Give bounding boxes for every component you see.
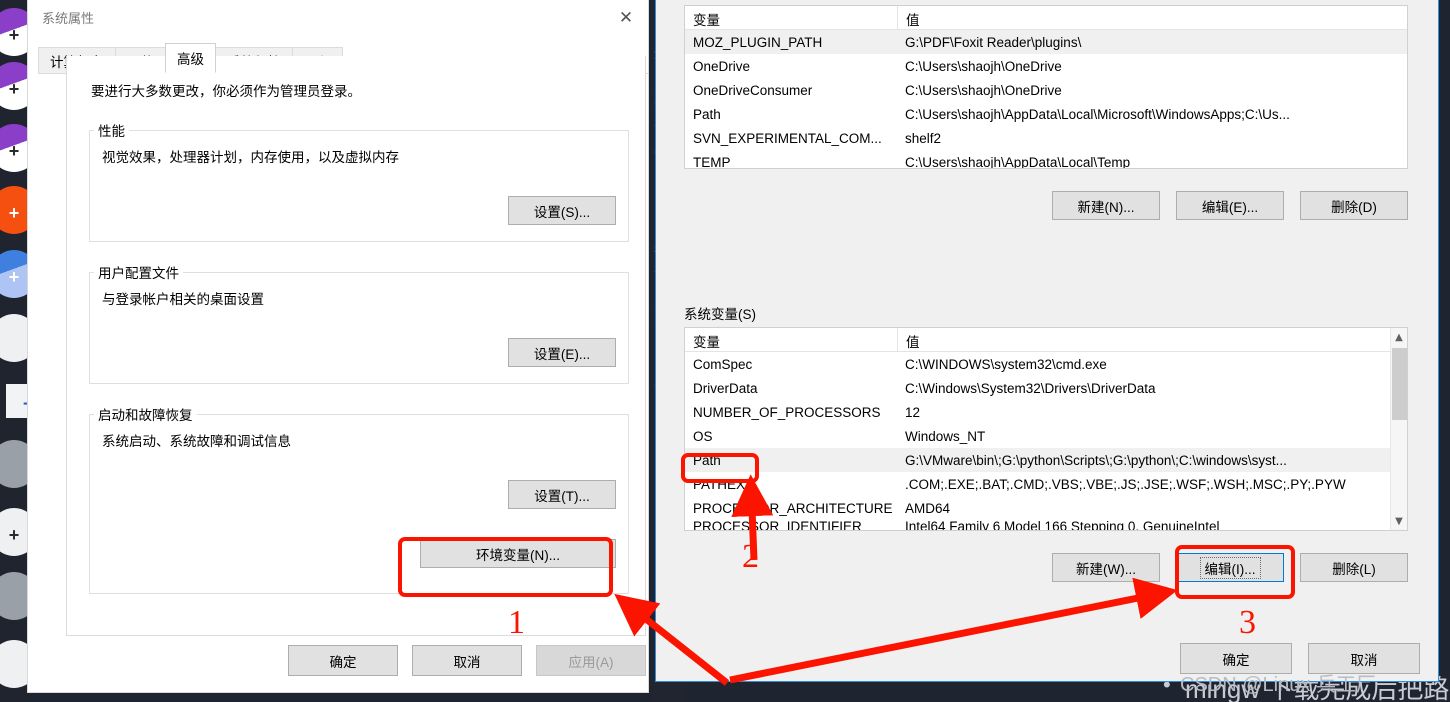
close-icon[interactable]: ✕	[604, 3, 648, 33]
user-profiles-group: 用户配置文件 与登录帐户相关的桌面设置 设置(E)...	[89, 262, 629, 384]
cell-name: TEMP	[693, 154, 731, 169]
ok-button[interactable]: 确定	[288, 645, 398, 676]
table-row[interactable]: SVN_EXPERIMENTAL_COM... shelf2	[685, 126, 1407, 150]
table-row[interactable]: OS Windows_NT	[685, 424, 1390, 448]
group-legend: 性能	[98, 124, 125, 139]
user-variables-section: 变量 值 MOZ_PLUGIN_PATH G:\PDF\Foxit Reader…	[684, 5, 1408, 220]
performance-settings-button[interactable]: 设置(S)...	[508, 196, 616, 225]
activity-bar: + + + + + + +	[0, 0, 38, 702]
user-delete-button[interactable]: 删除(D)	[1300, 191, 1408, 220]
screenshot-root: + + + + + + + p 通 要 + 及 p 夕 行 下 / / p 下	[0, 0, 1450, 702]
group-description: 视觉效果，处理器计划，内存使用，以及虚拟内存	[102, 150, 399, 165]
cell-name: PROCESSOR_ARCHITECTURE	[693, 500, 893, 516]
cell-value: C:\Windows\System32\Drivers\DriverData	[905, 380, 1156, 396]
system-variables-section: 系统变量(S) 变量 值 ComSpec C:\WINDOWS\system32…	[684, 303, 1408, 582]
cell-value: C:\Users\shaojh\AppData\Local\Microsoft\…	[905, 106, 1290, 122]
scroll-down-icon[interactable]: ▼	[1391, 512, 1407, 530]
startup-settings-button[interactable]: 设置(T)...	[508, 480, 616, 509]
performance-group: 性能 视觉效果，处理器计划，内存使用，以及虚拟内存 设置(S)...	[89, 120, 629, 242]
column-header-name: 变量	[693, 335, 720, 350]
dialog-title: 系统属性	[42, 11, 95, 26]
dialog-footer-buttons: 确定 取消 应用(A)	[66, 645, 646, 676]
table-row[interactable]: MOZ_PLUGIN_PATH G:\PDF\Foxit Reader\plug…	[685, 30, 1407, 54]
cell-name: OS	[693, 428, 713, 444]
user-edit-button[interactable]: 编辑(E)...	[1176, 191, 1284, 220]
group-legend: 用户配置文件	[98, 266, 179, 281]
cell-name: Path	[693, 452, 721, 468]
table-row-clipped[interactable]: PROCESSOR_IDENTIFIER Intel64 Family 6 Mo…	[685, 520, 1390, 531]
advanced-tab-page: 要进行大多数更改，你必须作为管理员登录。 性能 视觉效果，处理器计划，内存使用，…	[66, 56, 646, 636]
cell-value: C:\Users\shaojh\AppData\Local\Temp	[905, 154, 1131, 169]
system-edit-button[interactable]: 编辑(I)...	[1176, 553, 1284, 582]
tab-advanced[interactable]: 高级	[165, 43, 216, 73]
table-row[interactable]: NUMBER_OF_PROCESSORS 12	[685, 400, 1390, 424]
startup-recovery-group: 启动和故障恢复 系统启动、系统故障和调试信息 设置(T)... 环境变量(N).…	[89, 404, 629, 594]
annotation-number-2: 2	[742, 538, 759, 575]
table-row[interactable]: PATHEXT .COM;.EXE;.BAT;.CMD;.VBS;.VBE;.J…	[685, 472, 1390, 496]
group-description: 系统启动、系统故障和调试信息	[102, 434, 291, 449]
cell-value: G:\VMware\bin\;G:\python\Scripts\;G:\pyt…	[905, 452, 1287, 468]
cell-value: C:\Users\shaojh\OneDrive	[905, 82, 1062, 98]
cell-name: PATHEXT	[693, 476, 754, 492]
cell-value: 12	[905, 404, 921, 420]
group-legend: 启动和故障恢复	[98, 408, 193, 423]
environment-variables-dialog: 变量 值 MOZ_PLUGIN_PATH G:\PDF\Foxit Reader…	[655, 0, 1439, 682]
table-row-path[interactable]: Path G:\VMware\bin\;G:\python\Scripts\;G…	[685, 448, 1390, 472]
column-header-name: 变量	[693, 13, 720, 28]
system-variables-label: 系统变量(S)	[684, 307, 756, 322]
system-variables-table[interactable]: 变量 值 ComSpec C:\WINDOWS\system32\cmd.exe…	[684, 327, 1408, 531]
user-variables-table[interactable]: 变量 值 MOZ_PLUGIN_PATH G:\PDF\Foxit Reader…	[684, 5, 1408, 169]
annotation-number-3: 3	[1239, 604, 1256, 641]
table-row[interactable]: TEMP C:\Users\shaojh\AppData\Local\Temp	[685, 150, 1407, 169]
table-row[interactable]: OneDrive C:\Users\shaojh\OneDrive	[685, 54, 1407, 78]
cell-name: ComSpec	[693, 356, 753, 372]
cancel-button[interactable]: 取消	[412, 645, 522, 676]
cell-value: Intel64 Family 6 Model 166 Stepping 0, G…	[905, 520, 1220, 531]
watermark: CSDN @Linux 兵工厂	[1180, 674, 1376, 696]
system-new-button[interactable]: 新建(W)...	[1052, 553, 1160, 582]
cell-name: NUMBER_OF_PROCESSORS	[693, 404, 881, 420]
cell-value: C:\WINDOWS\system32\cmd.exe	[905, 356, 1107, 372]
cell-name: OneDriveConsumer	[693, 82, 813, 98]
cell-value: C:\Users\shaojh\OneDrive	[905, 58, 1062, 74]
table-header: 变量 值	[685, 6, 1407, 30]
column-header-value: 值	[897, 328, 1390, 351]
admin-notice: 要进行大多数更改，你必须作为管理员登录。	[91, 84, 361, 99]
annotation-number-1: 1	[508, 604, 525, 641]
column-header-value: 值	[897, 6, 1407, 29]
table-row[interactable]: PROCESSOR_ARCHITECTURE AMD64	[685, 496, 1390, 520]
cell-value: Windows_NT	[905, 428, 986, 444]
scrollbar-thumb[interactable]	[1392, 348, 1407, 420]
user-new-button[interactable]: 新建(N)...	[1052, 191, 1160, 220]
cell-name: DriverData	[693, 380, 758, 396]
cell-value: shelf2	[905, 130, 942, 146]
scroll-up-icon[interactable]: ▲	[1391, 328, 1407, 346]
cell-value: .COM;.EXE;.BAT;.CMD;.VBS;.VBE;.JS;.JSE;.…	[905, 476, 1346, 492]
cell-name: OneDrive	[693, 58, 751, 74]
group-description: 与登录帐户相关的桌面设置	[102, 292, 264, 307]
system-variables-scrollbar[interactable]: ▲ ▼	[1390, 328, 1407, 530]
cell-value: G:\PDF\Foxit Reader\plugins\	[905, 34, 1082, 50]
cell-name: PROCESSOR_IDENTIFIER	[693, 520, 862, 531]
button-label: 编辑(I)...	[1199, 556, 1261, 579]
cell-name: SVN_EXPERIMENTAL_COM...	[693, 130, 882, 146]
table-row[interactable]: ComSpec C:\WINDOWS\system32\cmd.exe	[685, 352, 1390, 376]
user-profiles-settings-button[interactable]: 设置(E)...	[508, 338, 616, 367]
table-header: 变量 值	[685, 328, 1390, 352]
system-properties-dialog: 系统属性 ✕ 计算机名 硬件 高级 系统保护 远程 要进行大多数更改，你必须作为…	[28, 0, 648, 692]
cell-value: AMD64	[905, 500, 951, 516]
table-row[interactable]: Path C:\Users\shaojh\AppData\Local\Micro…	[685, 102, 1407, 126]
cell-name: MOZ_PLUGIN_PATH	[693, 34, 823, 50]
apply-button: 应用(A)	[536, 645, 646, 676]
tab-label: 高级	[177, 52, 204, 67]
system-delete-button[interactable]: 删除(L)	[1300, 553, 1408, 582]
table-row[interactable]: DriverData C:\Windows\System32\Drivers\D…	[685, 376, 1390, 400]
system-variable-actions: 新建(W)... 编辑(I)... 删除(L)	[684, 553, 1408, 582]
cell-name: Path	[693, 106, 721, 122]
user-variable-actions: 新建(N)... 编辑(E)... 删除(D)	[684, 191, 1408, 220]
environment-variables-button[interactable]: 环境变量(N)...	[420, 539, 616, 568]
dialog-title-bar: 系统属性 ✕	[28, 0, 648, 36]
table-row[interactable]: OneDriveConsumer C:\Users\shaojh\OneDriv…	[685, 78, 1407, 102]
